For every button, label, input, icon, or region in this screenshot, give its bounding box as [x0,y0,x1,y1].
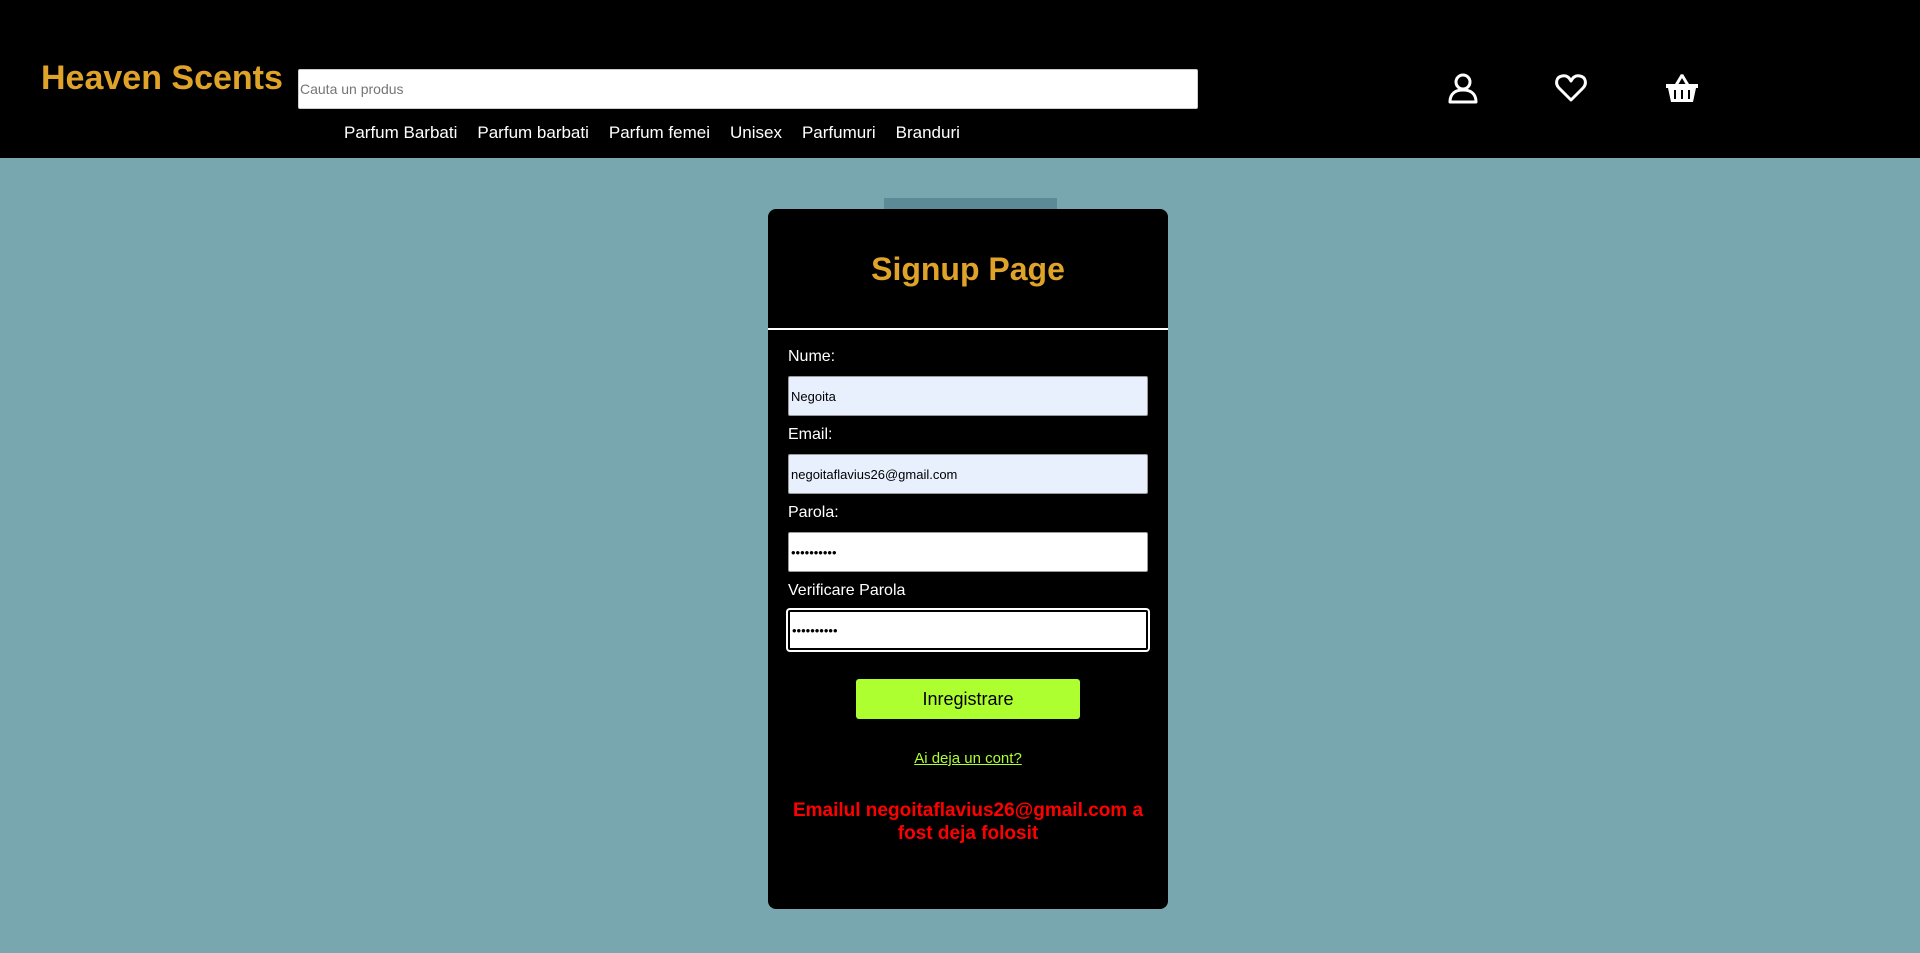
site-logo[interactable]: Heaven Scents [41,58,283,98]
nav-item-parfum-femei[interactable]: Parfum femei [609,122,710,144]
login-link[interactable]: Ai deja un cont? [768,749,1168,769]
nav-item-parfum-barbati-2[interactable]: Parfum barbati [477,122,589,144]
email-field[interactable] [788,454,1148,494]
error-message: Emailul negoitaflavius26@gmail.com a fos… [792,800,1144,844]
user-icon[interactable] [1446,71,1480,105]
heart-icon[interactable] [1554,71,1588,105]
divider [768,328,1168,330]
main-nav: Parfum Barbati Parfum barbati Parfum fem… [344,122,980,144]
nav-item-unisex[interactable]: Unisex [730,122,782,144]
name-field[interactable] [788,376,1148,416]
site-header: Heaven Scents Parfum Barbati Parfum barb… [0,0,1920,158]
confirm-password-label: Verificare Parola [788,582,906,599]
nav-item-branduri[interactable]: Branduri [896,122,960,144]
password-label: Parola: [788,504,839,521]
signup-card: Signup Page Nume: Email: Parola: Verific… [768,209,1168,909]
page-title: Signup Page [871,251,1065,287]
basket-icon[interactable] [1665,71,1699,105]
name-label: Nume: [788,348,836,365]
search-input[interactable] [298,69,1198,109]
register-button[interactable]: Inregistrare [856,679,1080,719]
nav-item-parfum-barbati[interactable]: Parfum Barbati [344,122,457,144]
password-field[interactable] [788,532,1148,572]
nav-item-parfumuri[interactable]: Parfumuri [802,122,876,144]
confirm-password-field[interactable] [788,610,1148,650]
email-label: Email: [788,426,833,443]
